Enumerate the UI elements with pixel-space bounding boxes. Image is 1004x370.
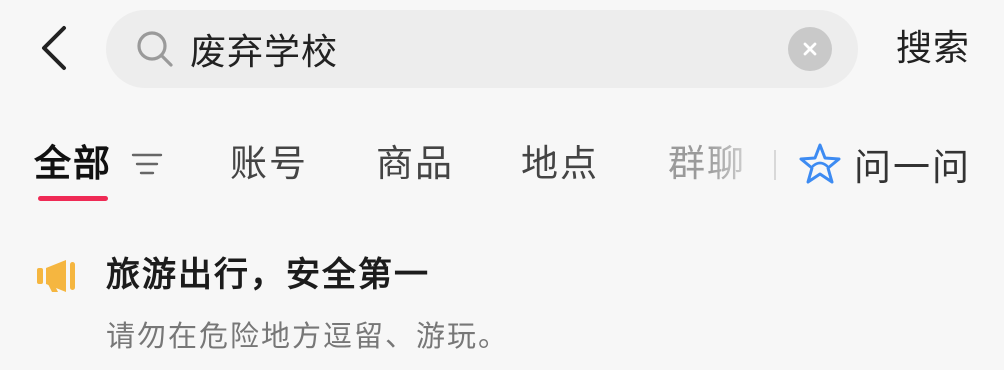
notice-body: 请勿在危险地方逗留、游玩。	[106, 319, 510, 353]
filter-icon[interactable]	[130, 148, 164, 180]
tab-divider	[774, 150, 776, 180]
search-results-screen: 搜索 全部 账号 商品 地点 群聊 问一问	[0, 0, 1004, 370]
ask-label: 问一问	[854, 146, 971, 189]
tab-accounts[interactable]: 账号	[230, 136, 308, 192]
sparkle-star-icon	[798, 142, 842, 186]
tab-all[interactable]: 全部	[34, 136, 112, 192]
tab-products[interactable]: 商品	[376, 136, 454, 192]
search-input[interactable]	[190, 19, 788, 79]
active-tab-indicator	[38, 196, 108, 201]
megaphone-icon	[37, 260, 75, 292]
back-button[interactable]	[26, 20, 82, 76]
chevron-left-icon	[42, 26, 66, 70]
tab-group-chats[interactable]: 群聊	[668, 136, 746, 192]
tab-places[interactable]: 地点	[521, 136, 599, 192]
search-bar[interactable]	[106, 10, 858, 88]
search-icon	[132, 26, 178, 72]
search-button[interactable]: 搜索	[896, 24, 970, 74]
result-tabs: 全部 账号 商品 地点 群聊 问一问	[0, 128, 1004, 201]
ask-button[interactable]: 问一问	[798, 136, 971, 192]
notice-title: 旅游出行，安全第一	[106, 255, 430, 295]
clear-icon[interactable]	[788, 27, 832, 71]
